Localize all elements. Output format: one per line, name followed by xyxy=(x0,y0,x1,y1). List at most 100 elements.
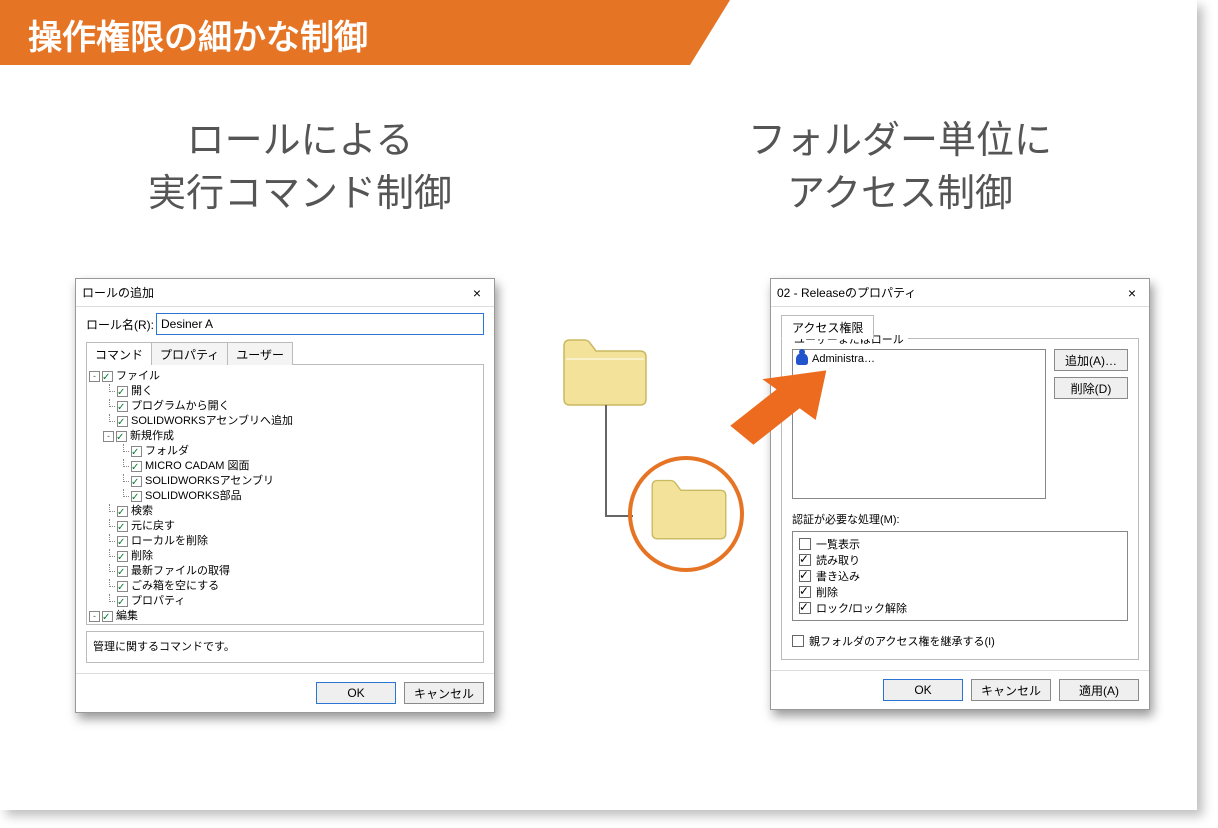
inherit-checkbox[interactable] xyxy=(792,635,804,647)
tree-node[interactable]: MICRO CADAM 図面 xyxy=(89,459,481,474)
tree-node[interactable]: SOLIDWORKSアセンブリへ追加 xyxy=(89,414,481,429)
tree-label: 新規作成 xyxy=(130,429,174,444)
tree-checkbox[interactable] xyxy=(102,371,113,382)
role-name-label: ロール名(R): xyxy=(86,316,156,333)
permission-row: 書き込み xyxy=(799,568,1121,584)
tree-checkbox[interactable] xyxy=(131,491,142,502)
dialog-title: ロールの追加 xyxy=(82,284,466,301)
tree-checkbox[interactable] xyxy=(102,611,113,622)
cancel-button[interactable]: キャンセル xyxy=(404,682,484,704)
tree-checkbox[interactable] xyxy=(117,506,128,517)
tree-node[interactable]: 削除 xyxy=(89,549,481,564)
tree-checkbox[interactable] xyxy=(116,431,127,442)
permission-list: 一覧表示読み取り書き込み削除ロック/ロック解除 xyxy=(792,531,1128,621)
permission-label: 読み取り xyxy=(816,552,860,568)
add-button[interactable]: 追加(A)… xyxy=(1054,349,1128,371)
tree-checkbox[interactable] xyxy=(117,581,128,592)
tree-node[interactable]: SOLIDWORKS部品 xyxy=(89,489,481,504)
user-role-list[interactable]: Administra… xyxy=(792,349,1046,499)
close-icon[interactable]: × xyxy=(1121,285,1143,301)
permission-row: ロック/ロック解除 xyxy=(799,600,1121,616)
tree-checkbox[interactable] xyxy=(131,461,142,472)
command-hint: 管理に関するコマンドです。 xyxy=(86,631,484,663)
tree-label: ローカルを削除 xyxy=(131,534,208,549)
expand-icon[interactable]: - xyxy=(103,431,114,442)
folder-icon xyxy=(558,335,652,413)
list-item-label: Administra… xyxy=(812,353,875,365)
permission-label: 一覧表示 xyxy=(816,536,860,552)
tree-connector xyxy=(605,405,607,515)
permission-label: 削除 xyxy=(816,584,838,600)
tree-label: MICRO CADAM 図面 xyxy=(145,459,250,474)
permission-label: ロック/ロック解除 xyxy=(816,600,907,616)
inherit-label: 親フォルダのアクセス権を継承する(I) xyxy=(809,633,995,649)
expand-icon[interactable]: - xyxy=(89,611,100,622)
tree-node[interactable]: - ファイル xyxy=(89,369,481,384)
close-icon[interactable]: × xyxy=(466,285,488,301)
role-name-input[interactable] xyxy=(156,313,484,335)
tree-node[interactable]: プログラムから開く xyxy=(89,399,481,414)
banner: 操作権限の細かな制御 xyxy=(0,0,1197,65)
tree-label: 開く xyxy=(131,384,153,399)
tree-node[interactable]: 検索 xyxy=(89,504,481,519)
ok-button[interactable]: OK xyxy=(883,679,963,701)
tree-checkbox[interactable] xyxy=(131,476,142,487)
command-tree[interactable]: - ファイル開くプログラムから開くSOLIDWORKSアセンブリへ追加 - 新規作成フ… xyxy=(86,365,484,625)
tree-node[interactable]: コピー xyxy=(89,624,481,625)
tree-checkbox[interactable] xyxy=(117,536,128,547)
tree-label: 検索 xyxy=(131,504,153,519)
permission-checkbox[interactable] xyxy=(799,554,811,566)
tree-label: SOLIDWORKSアセンブリへ追加 xyxy=(131,414,293,429)
tree-label: ごみ箱を空にする xyxy=(131,579,219,594)
ok-button[interactable]: OK xyxy=(316,682,396,704)
tree-checkbox[interactable] xyxy=(117,521,128,532)
permission-checkbox[interactable] xyxy=(799,538,811,550)
tree-node[interactable]: 最新ファイルの取得 xyxy=(89,564,481,579)
dialog-title: 02 - Releaseのプロパティ xyxy=(777,284,1121,301)
tree-checkbox[interactable] xyxy=(117,551,128,562)
permission-checkbox[interactable] xyxy=(799,570,811,582)
group-auth-label: 認証が必要な処理(M): xyxy=(792,511,1128,527)
tree-checkbox[interactable] xyxy=(117,416,128,427)
permission-checkbox[interactable] xyxy=(799,586,811,598)
heading-right: フォルダー単位にアクセス制御 xyxy=(660,115,1140,221)
tree-node[interactable]: 開く xyxy=(89,384,481,399)
tree-node[interactable]: - 新規作成 xyxy=(89,429,481,444)
tree-checkbox[interactable] xyxy=(117,566,128,577)
tree-label: SOLIDWORKS部品 xyxy=(145,489,242,504)
tab-access[interactable]: アクセス権限 xyxy=(781,315,874,339)
tree-checkbox[interactable] xyxy=(117,386,128,397)
tab-property[interactable]: プロパティ xyxy=(151,342,228,365)
tree-label: 削除 xyxy=(131,549,153,564)
permission-checkbox[interactable] xyxy=(799,602,811,614)
tree-node[interactable]: 元に戻す xyxy=(89,519,481,534)
tree-label: フォルダ xyxy=(145,444,189,459)
tree-checkbox[interactable] xyxy=(117,401,128,412)
slide-title: 操作権限の細かな制御 xyxy=(28,10,368,59)
tree-node[interactable]: ローカルを削除 xyxy=(89,534,481,549)
permission-row: 一覧表示 xyxy=(799,536,1121,552)
tree-label: 最新ファイルの取得 xyxy=(131,564,230,579)
heading-left: ロールによる実行コマンド制御 xyxy=(60,115,540,221)
tree-node[interactable]: SOLIDWORKSアセンブリ xyxy=(89,474,481,489)
apply-button[interactable]: 適用(A) xyxy=(1059,679,1139,701)
tab-command[interactable]: コマンド xyxy=(86,342,152,365)
permission-row: 読み取り xyxy=(799,552,1121,568)
tree-node[interactable]: - 編集 xyxy=(89,609,481,624)
expand-icon[interactable]: - xyxy=(89,371,100,382)
tree-label: ファイル xyxy=(116,369,160,384)
tree-node[interactable]: ごみ箱を空にする xyxy=(89,579,481,594)
list-item[interactable]: Administra… xyxy=(796,353,1042,365)
tree-node[interactable]: プロパティ xyxy=(89,594,481,609)
user-icon xyxy=(796,353,808,365)
dialog-role-add: ロールの追加 × ロール名(R): コマンド プロパティ ユーザー - ファイル開… xyxy=(75,278,495,713)
tab-user[interactable]: ユーザー xyxy=(227,342,293,365)
cancel-button[interactable]: キャンセル xyxy=(971,679,1051,701)
tree-label: 元に戻す xyxy=(131,519,175,534)
tree-node[interactable]: フォルダ xyxy=(89,444,481,459)
tree-checkbox[interactable] xyxy=(131,446,142,457)
tree-label: SOLIDWORKSアセンブリ xyxy=(145,474,274,489)
delete-button[interactable]: 削除(D) xyxy=(1054,377,1128,399)
tree-label: 編集 xyxy=(116,609,138,624)
tree-checkbox[interactable] xyxy=(117,596,128,607)
